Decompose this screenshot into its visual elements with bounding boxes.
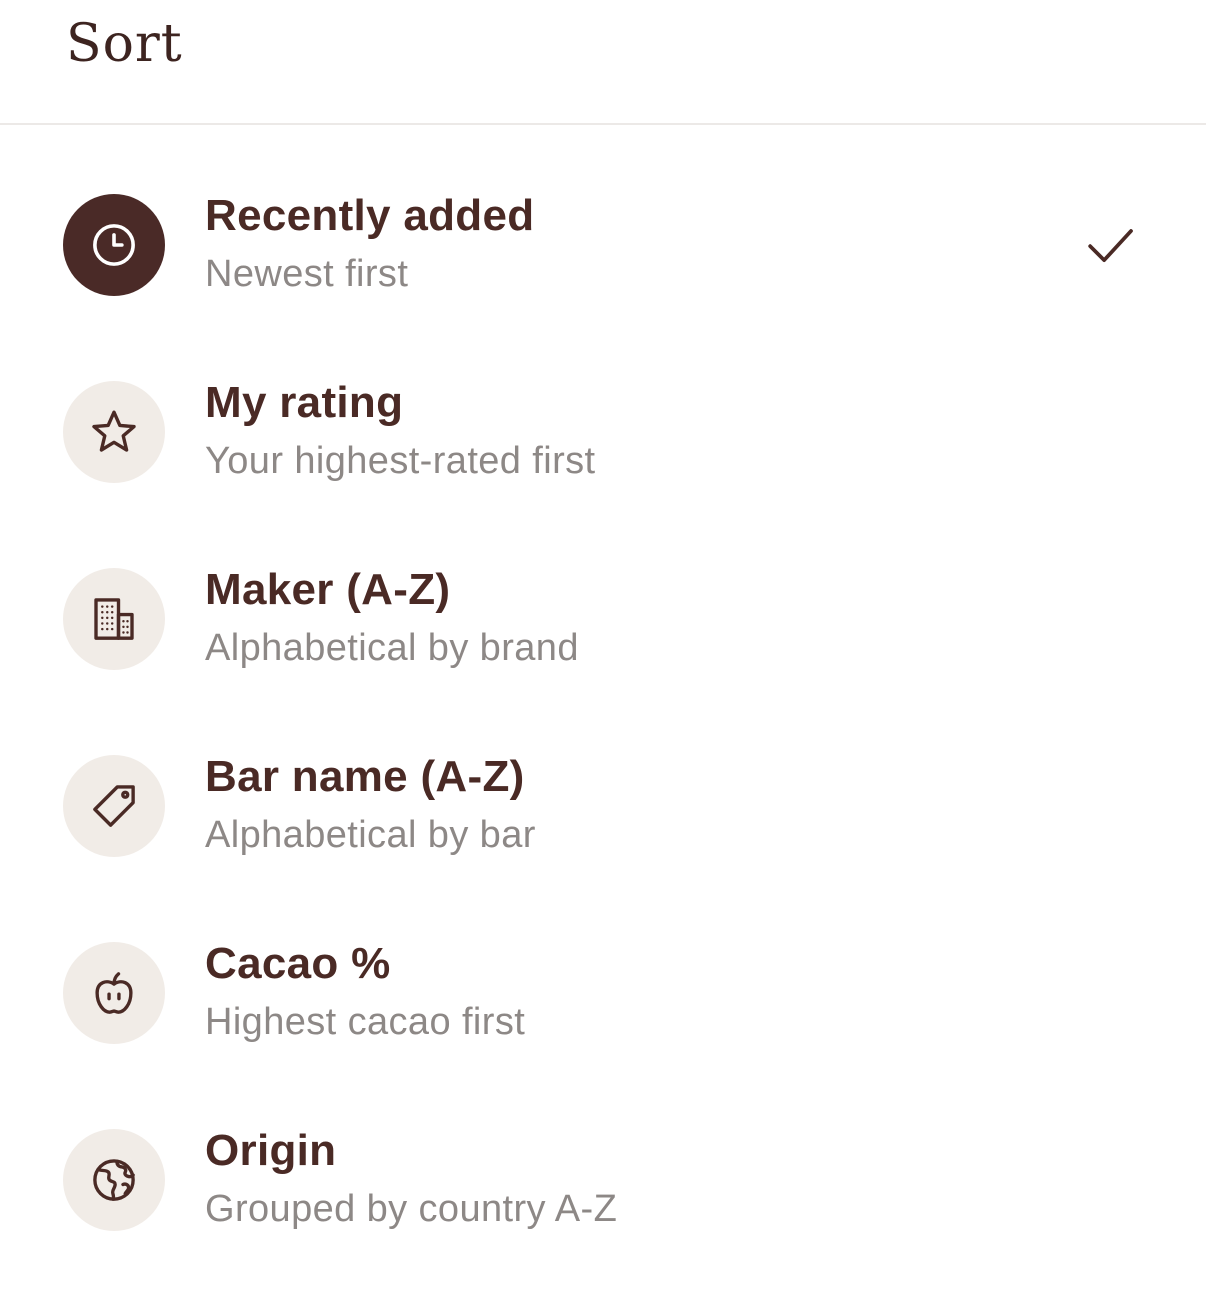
- sort-option-cacao[interactable]: Cacao % Highest cacao first: [0, 875, 1206, 1062]
- sort-option-description: Newest first: [205, 253, 409, 295]
- sort-option-label: Maker (A-Z): [205, 565, 451, 614]
- sort-option-bar-name[interactable]: Bar name (A-Z) Alphabetical by bar: [0, 688, 1206, 875]
- page-title: Sort: [66, 14, 183, 74]
- sort-option-recently-added[interactable]: Recently added Newest first: [0, 127, 1206, 314]
- sort-option-label: Recently added: [205, 191, 535, 240]
- sort-header: Sort: [0, 0, 1206, 125]
- globe-icon: [63, 1129, 165, 1231]
- building-icon: [63, 568, 165, 670]
- sort-option-description: Alphabetical by bar: [205, 814, 536, 856]
- apple-icon: [63, 942, 165, 1044]
- sort-option-label: Origin: [205, 1126, 337, 1175]
- clock-icon: [63, 194, 165, 296]
- sort-option-description: Grouped by country A-Z: [205, 1188, 618, 1230]
- sort-option-origin[interactable]: Origin Grouped by country A-Z: [0, 1062, 1206, 1249]
- sort-option-label: Bar name (A-Z): [205, 752, 525, 801]
- sort-option-label: My rating: [205, 378, 404, 427]
- checkmark-icon: [1088, 229, 1133, 263]
- sort-option-my-rating[interactable]: My rating Your highest-rated first: [0, 314, 1206, 501]
- sort-option-description: Your highest-rated first: [205, 440, 596, 482]
- sort-option-description: Highest cacao first: [205, 1001, 526, 1043]
- star-icon: [63, 381, 165, 483]
- sort-option-label: Cacao %: [205, 939, 391, 988]
- sort-option-description: Alphabetical by brand: [205, 627, 579, 669]
- sort-option-maker[interactable]: Maker (A-Z) Alphabetical by brand: [0, 501, 1206, 688]
- tag-icon: [63, 755, 165, 857]
